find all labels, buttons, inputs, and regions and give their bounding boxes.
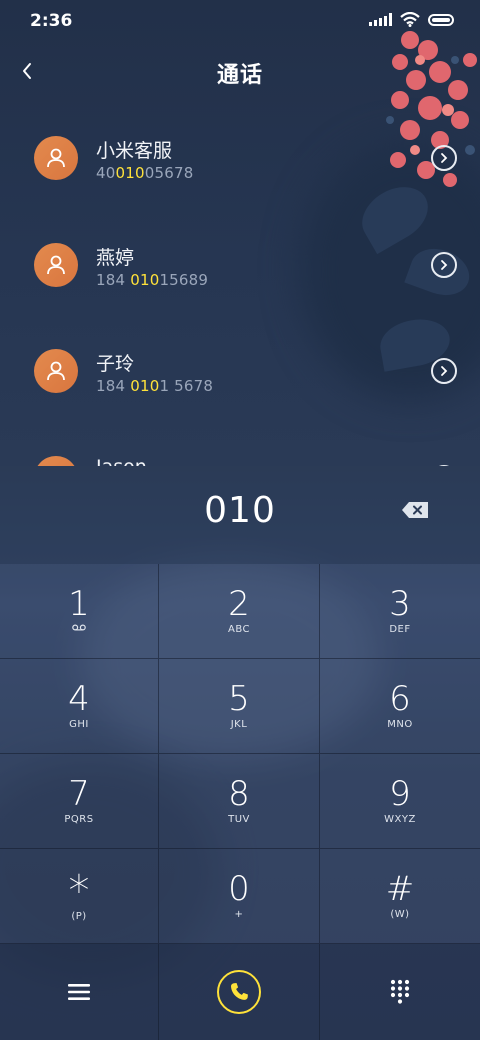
key-8[interactable]: 8 TUV (159, 754, 320, 849)
dialpad: 1 2 ABC 3 DEF 4 GHI 5 JKL 6 MNO 7 PQRS 8… (0, 564, 480, 944)
chevron-right-circle-icon (441, 366, 448, 376)
contact-detail-button[interactable] (431, 145, 457, 171)
avatar (34, 243, 78, 287)
contact-item[interactable]: 燕婷 184 01015689 (0, 217, 480, 313)
avatar (34, 136, 78, 180)
contact-name: 子玲 (96, 353, 135, 375)
avatar (34, 349, 78, 393)
contact-number: 4001005678 (96, 164, 194, 182)
signal-icon (369, 13, 392, 26)
key-5[interactable]: 5 JKL (159, 659, 320, 754)
phone-icon (231, 983, 248, 1000)
key-hash[interactable]: # (W) (320, 849, 480, 944)
call-button-cell (159, 944, 320, 1040)
contact-list: 小米客服 4001005678 燕婷 184 01015689 子玲 184 0… (0, 110, 480, 466)
contact-number: 184 01015689 (96, 271, 209, 289)
contact-item[interactable]: Jason (0, 430, 480, 466)
key-3[interactable]: 3 DEF (320, 564, 480, 659)
status-time: 2:36 (30, 11, 73, 31)
call-button[interactable] (217, 970, 261, 1014)
voicemail-icon (72, 624, 86, 631)
person-icon (47, 361, 65, 381)
status-bar: 2:36 (0, 0, 480, 40)
header: 通话 (0, 50, 480, 94)
contact-name: Jason (96, 456, 147, 466)
dialpad-icon (390, 979, 410, 1004)
dial-input-area: 010 (0, 466, 480, 564)
contact-item[interactable]: 子玲 184 0101 5678 (0, 323, 480, 419)
key-4[interactable]: 4 GHI (0, 659, 159, 754)
contact-detail-button[interactable] (431, 252, 457, 278)
contact-detail-button[interactable] (431, 358, 457, 384)
key-star[interactable]: * (P) (0, 849, 159, 944)
key-9[interactable]: 9 WXYZ (320, 754, 480, 849)
dialpad-toggle-button[interactable] (320, 944, 480, 1040)
menu-button[interactable] (0, 944, 159, 1040)
page-title: 通话 (216, 63, 263, 88)
contact-name: 燕婷 (96, 247, 135, 269)
key-6[interactable]: 6 MNO (320, 659, 480, 754)
avatar (34, 456, 78, 466)
menu-icon (68, 984, 90, 1000)
chevron-right-circle-icon (441, 153, 448, 163)
key-1[interactable]: 1 (0, 564, 159, 659)
backspace-button[interactable] (400, 500, 432, 522)
person-icon (47, 255, 65, 275)
chevron-right-circle-icon (441, 260, 448, 270)
wifi-icon (400, 12, 420, 27)
backspace-icon (402, 502, 428, 518)
bottom-bar (0, 944, 480, 1040)
key-7[interactable]: 7 PQRS (0, 754, 159, 849)
contact-number: 184 0101 5678 (96, 377, 214, 395)
contact-item[interactable]: 小米客服 4001005678 (0, 110, 480, 206)
contact-name: 小米客服 (96, 140, 173, 162)
key-0[interactable]: 0 + (159, 849, 320, 944)
key-2[interactable]: 2 ABC (159, 564, 320, 659)
battery-icon (428, 13, 454, 26)
person-icon (47, 148, 65, 168)
